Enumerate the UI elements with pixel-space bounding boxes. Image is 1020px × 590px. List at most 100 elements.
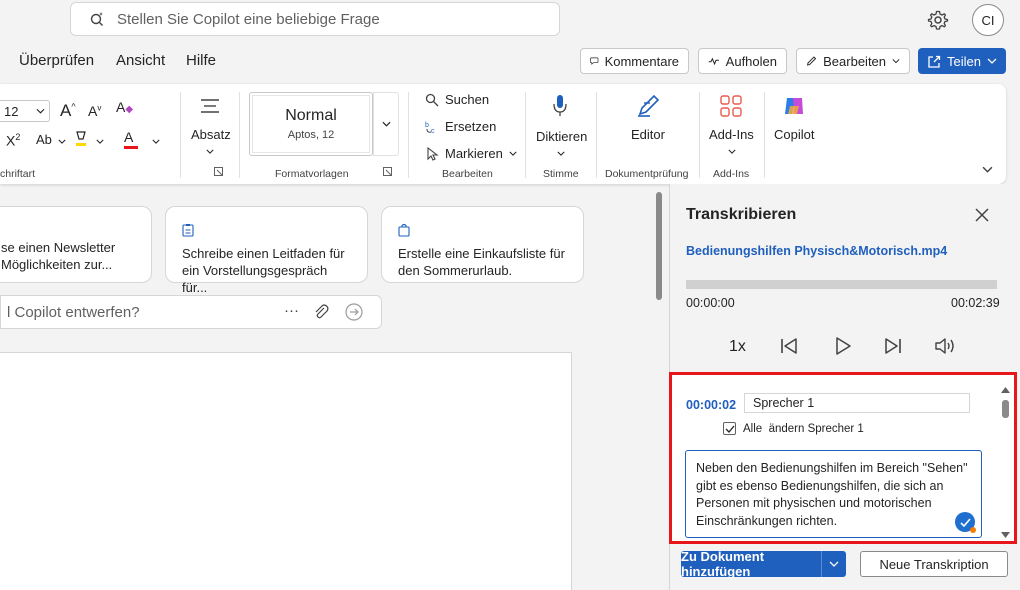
user-avatar[interactable]: CI <box>972 4 1004 36</box>
edit-mode-button[interactable]: Bearbeiten <box>796 48 910 74</box>
replace-button[interactable]: bc Ersetzen <box>425 119 496 134</box>
chevron-down-icon <box>987 58 997 64</box>
styles-expand-button[interactable] <box>373 92 399 156</box>
copilot-suggestion-card[interactable]: Schreibe einen Leitfaden für ein Vorstel… <box>165 206 368 295</box>
catchup-label: Aufholen <box>725 53 777 69</box>
document-page[interactable] <box>0 352 572 590</box>
proofing-group-label: Dokumentprüfung <box>605 168 689 180</box>
settings-gear-icon[interactable] <box>926 8 950 32</box>
comment-icon <box>590 57 599 65</box>
copilot-suggestion-card[interactable]: Erstelle eine Einkaufsliste für den Somm… <box>381 206 584 283</box>
superscript-icon[interactable]: X2 <box>6 132 20 149</box>
shrink-font-icon[interactable]: Av <box>88 103 101 119</box>
find-button[interactable]: Suchen <box>425 92 489 107</box>
addins-button[interactable]: Add-Ins <box>709 127 754 142</box>
playback-progress-bar[interactable] <box>686 280 997 289</box>
menu-help[interactable]: Hilfe <box>186 52 216 69</box>
menu-review[interactable]: Überprüfen <box>19 52 94 69</box>
skip-back-icon[interactable] <box>780 336 798 356</box>
segment-timestamp[interactable]: 00:00:02 <box>686 398 736 412</box>
paragraph-icon[interactable] <box>200 98 220 114</box>
find-label: Suchen <box>445 92 490 107</box>
more-options-icon[interactable]: ··· <box>284 302 299 319</box>
menu-view[interactable]: Ansicht <box>116 52 165 69</box>
svg-text:b: b <box>425 122 429 129</box>
skip-forward-icon[interactable] <box>884 336 902 356</box>
change-case-icon[interactable]: Ab <box>36 132 52 147</box>
chevron-down-icon[interactable] <box>557 151 565 156</box>
font-group-label: chriftart <box>0 168 36 180</box>
add-to-document-button[interactable]: Zu Dokument hinzufügen <box>681 549 846 579</box>
pane-title: Transkribieren <box>686 206 797 223</box>
chevron-down-icon <box>36 108 45 114</box>
style-normal[interactable]: Normal Aptos, 12 <box>249 92 373 156</box>
change-all-speakers-checkbox[interactable] <box>723 422 736 435</box>
new-transcription-label: Neue Transkription <box>879 556 989 572</box>
ribbon-expand-chevron-icon[interactable] <box>982 166 993 173</box>
chevron-down-icon[interactable] <box>206 149 214 154</box>
copilot-suggestion-card[interactable]: se einen Newsletter Möglichkeiten zur... <box>0 206 152 283</box>
paperclip-icon[interactable] <box>313 304 329 320</box>
copilot-logo-icon[interactable] <box>782 94 806 118</box>
dialog-launcher-icon[interactable] <box>214 167 223 176</box>
chevron-down-icon <box>829 561 839 567</box>
replace-icon: bc <box>425 122 435 134</box>
chevron-down-icon[interactable] <box>152 139 160 144</box>
style-name: Normal <box>285 107 337 124</box>
card-line-2: Möglichkeiten zur... <box>1 257 113 272</box>
audio-file-link[interactable]: Bedienungshilfen Physisch&Motorisch.mp4 <box>686 244 947 258</box>
cursor-icon <box>427 146 439 161</box>
card-line-2: ein Vorstellungsgespräch für... <box>182 263 328 295</box>
draft-placeholder: l Copilot entwerfen? <box>7 303 140 321</box>
segment-scrollbar-thumb[interactable] <box>1002 400 1009 418</box>
paragraph-button[interactable]: Absatz <box>191 127 231 142</box>
checkmark-icon <box>725 425 734 433</box>
styles-group-label: Formatvorlagen <box>275 168 349 180</box>
catchup-button[interactable]: Aufholen <box>698 48 787 74</box>
share-button[interactable]: Teilen <box>918 48 1006 74</box>
microphone-icon[interactable] <box>552 94 568 118</box>
chevron-down-icon[interactable] <box>728 149 736 154</box>
add-options-dropdown[interactable] <box>821 551 839 577</box>
addins-grid-icon[interactable] <box>720 95 742 117</box>
chevron-down-icon[interactable] <box>58 139 66 144</box>
grow-font-icon[interactable]: A^ <box>60 101 76 121</box>
avatar-initials: CI <box>981 12 995 28</box>
document-scrollbar[interactable] <box>656 192 662 300</box>
add-to-document-label: Zu Dokument hinzufügen <box>681 549 765 579</box>
transcript-text-area[interactable]: Neben den Bedienungshilfen im Bereich "S… <box>685 450 982 538</box>
copilot-search-bar[interactable]: Stellen Sie Copilot eine beliebige Frage <box>70 2 560 36</box>
playback-speed-button[interactable]: 1x <box>729 338 746 356</box>
clipboard-icon <box>182 223 351 237</box>
style-font: Aptos, 12 <box>287 129 335 141</box>
addins-group-label: Add-Ins <box>713 168 750 180</box>
scroll-up-arrow-icon[interactable] <box>1000 386 1011 394</box>
total-time: 00:02:39 <box>951 296 1000 310</box>
comments-button[interactable]: Kommentare <box>580 48 689 74</box>
select-button[interactable]: Markieren <box>425 146 517 161</box>
card-line-2: den Sommerurlaub. <box>398 263 513 278</box>
scroll-down-arrow-icon[interactable] <box>1000 531 1011 539</box>
replace-label: Ersetzen <box>445 119 497 134</box>
font-size-select[interactable]: 12 <box>0 100 50 122</box>
chevron-down-icon[interactable] <box>96 139 104 144</box>
clear-format-icon[interactable]: A◆ <box>116 99 133 115</box>
send-arrow-icon[interactable] <box>345 303 363 321</box>
copilot-button[interactable]: Copilot <box>774 127 814 142</box>
highlighter-icon[interactable] <box>73 130 89 148</box>
dialog-launcher-icon[interactable] <box>383 167 392 176</box>
copilot-draft-input[interactable]: l Copilot entwerfen? ··· <box>0 295 382 329</box>
dictate-button[interactable]: Diktieren <box>536 129 587 144</box>
speaker-name-input[interactable]: Sprecher 1 <box>744 393 970 413</box>
editor-button[interactable]: Editor <box>631 127 665 142</box>
editor-pen-icon[interactable] <box>636 94 660 118</box>
current-time: 00:00:00 <box>686 296 735 310</box>
svg-text:c: c <box>431 128 435 134</box>
close-icon[interactable] <box>974 207 990 223</box>
play-icon[interactable] <box>834 336 852 356</box>
font-color-icon[interactable]: A <box>124 129 138 149</box>
new-transcription-button[interactable]: Neue Transkription <box>860 551 1008 577</box>
volume-icon[interactable] <box>934 336 958 356</box>
chevron-down-icon <box>509 151 517 156</box>
share-label: Teilen <box>947 53 981 69</box>
